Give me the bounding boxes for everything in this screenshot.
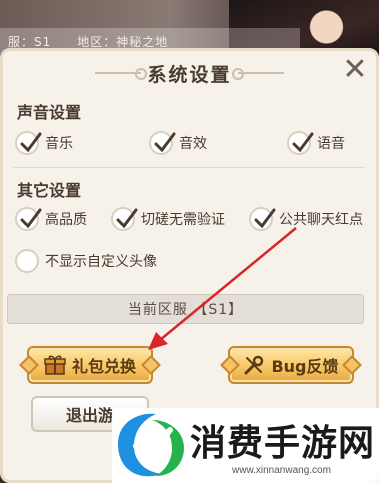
watermark-url: www.xinnanwang.com: [232, 465, 331, 476]
watermark-name: 消费手游网: [190, 423, 376, 464]
watermark-logo-icon: [118, 413, 184, 477]
